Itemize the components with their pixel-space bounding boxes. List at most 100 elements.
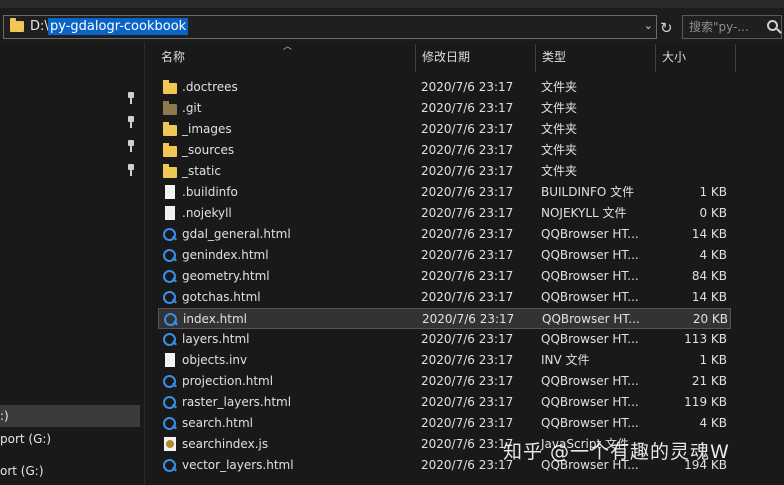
file-row[interactable]: index.html 2020/7/6 23:17 QQBrowser HT... 2… — [158, 308, 731, 329]
file-row[interactable]: search.html 2020/7/6 23:17 QQBrowser HT...… — [158, 413, 731, 434]
pin-icon[interactable] — [126, 116, 136, 128]
file-type: QQBrowser HT... — [541, 269, 639, 283]
script-file-icon — [164, 437, 176, 451]
file-name: _sources — [182, 143, 235, 157]
file-date: 2020/7/6 23:17 — [421, 101, 514, 115]
file-row[interactable]: raster_layers.html 2020/7/6 23:17 QQBrowse… — [158, 392, 731, 413]
browser-file-icon — [163, 417, 176, 430]
search-input[interactable] — [683, 16, 763, 38]
file-row[interactable]: .doctrees 2020/7/6 23:17 文件夹 — [158, 77, 731, 98]
watermark: 知乎 @一个有趣的灵魂W — [503, 441, 730, 463]
file-icon — [165, 206, 175, 220]
file-row[interactable]: gotchas.html 2020/7/6 23:17 QQBrowser HT..… — [158, 287, 731, 308]
file-type: QQBrowser HT... — [541, 395, 639, 409]
file-date: 2020/7/6 23:17 — [421, 437, 514, 451]
file-name: raster_layers.html — [182, 395, 292, 409]
file-row[interactable]: _sources 2020/7/6 23:17 文件夹 — [158, 140, 731, 161]
file-row[interactable]: _images 2020/7/6 23:17 文件夹 — [158, 119, 731, 140]
file-type: QQBrowser HT... — [541, 248, 639, 262]
file-row[interactable]: projection.html 2020/7/6 23:17 QQBrowser H… — [158, 371, 731, 392]
file-size: 84 KB — [691, 269, 727, 283]
chevron-down-icon[interactable]: ⌄ — [644, 19, 653, 32]
file-row[interactable]: gdal_general.html 2020/7/6 23:17 QQBrowser… — [158, 224, 731, 245]
folder-icon — [163, 143, 177, 157]
address-bar[interactable]: D:\ py-gdalogr-cookbook ⌄ — [3, 15, 657, 39]
file-size: 4 KB — [699, 248, 727, 262]
column-divider[interactable] — [655, 44, 656, 72]
search-icon[interactable] — [767, 20, 778, 31]
file-name: gdal_general.html — [182, 227, 291, 241]
browser-file-icon — [163, 459, 176, 472]
browser-file-icon — [164, 313, 177, 326]
column-header-size[interactable]: 大小 — [662, 42, 686, 72]
column-header-name[interactable]: 名称 — [161, 42, 185, 72]
file-row[interactable]: layers.html 2020/7/6 23:17 QQBrowser HT...… — [158, 329, 731, 350]
sort-ascending-icon: ︿ — [283, 42, 293, 52]
file-date: 2020/7/6 23:17 — [421, 374, 514, 388]
file-name: searchindex.js — [182, 437, 269, 451]
column-divider[interactable] — [415, 44, 416, 72]
file-date: 2020/7/6 23:17 — [421, 80, 514, 94]
file-name: index.html — [183, 312, 247, 326]
browser-file-icon — [163, 333, 176, 346]
file-row[interactable]: .git 2020/7/6 23:17 文件夹 — [158, 98, 731, 119]
file-type: QQBrowser HT... — [541, 290, 639, 304]
pin-icon[interactable] — [126, 92, 136, 104]
browser-file-icon — [163, 375, 176, 388]
column-divider[interactable] — [535, 44, 536, 72]
refresh-icon[interactable]: ↻ — [660, 19, 673, 37]
file-name: geometry.html — [182, 269, 270, 283]
file-name: layers.html — [182, 332, 250, 346]
file-row[interactable]: .nojekyll 2020/7/6 23:17 NOJEKYLL 文件 0 KB — [158, 203, 731, 224]
file-name: vector_layers.html — [182, 458, 294, 472]
file-row[interactable]: _static 2020/7/6 23:17 文件夹 — [158, 161, 731, 182]
file-date: 2020/7/6 23:17 — [421, 227, 514, 241]
file-date: 2020/7/6 23:17 — [421, 248, 514, 262]
pin-icon[interactable] — [126, 164, 136, 176]
file-row[interactable]: genindex.html 2020/7/6 23:17 QQBrowser HT.… — [158, 245, 731, 266]
file-name: projection.html — [182, 374, 274, 388]
file-date: 2020/7/6 23:17 — [421, 269, 514, 283]
browser-file-icon — [163, 249, 176, 262]
file-name: gotchas.html — [182, 290, 261, 304]
file-type: 文件夹 — [541, 164, 578, 178]
column-divider[interactable] — [735, 44, 736, 72]
address-path-selected[interactable]: py-gdalogr-cookbook — [48, 18, 189, 35]
file-name: .buildinfo — [182, 185, 238, 199]
file-size: 4 KB — [699, 416, 727, 430]
file-size: 1 KB — [699, 185, 727, 199]
file-row[interactable]: geometry.html 2020/7/6 23:17 QQBrowser HT.… — [158, 266, 731, 287]
file-name: objects.inv — [182, 353, 248, 367]
file-size: 14 KB — [691, 227, 727, 241]
navigation-pane[interactable]: :) port (G:) ort (G:) — [0, 42, 145, 485]
file-date: 2020/7/6 23:17 — [421, 206, 514, 220]
file-size: 14 KB — [691, 290, 727, 304]
nav-item-drive[interactable]: ort (G:) — [0, 460, 140, 482]
file-row[interactable]: .buildinfo 2020/7/6 23:17 BUILDINFO 文件 1 KB — [158, 182, 731, 203]
file-date: 2020/7/6 23:17 — [421, 395, 514, 409]
search-box[interactable] — [682, 15, 782, 39]
file-size: 20 KB — [692, 312, 728, 326]
file-row[interactable]: objects.inv 2020/7/6 23:17 INV 文件 1 KB — [158, 350, 731, 371]
file-type: QQBrowser HT... — [541, 227, 639, 241]
folder-icon — [163, 101, 177, 115]
browser-file-icon — [163, 270, 176, 283]
pin-icon[interactable] — [126, 140, 136, 152]
file-name: .doctrees — [182, 80, 238, 94]
file-size: 0 KB — [699, 206, 727, 220]
file-name: .git — [182, 101, 202, 115]
column-header-type[interactable]: 类型 — [542, 42, 566, 72]
browser-file-icon — [163, 396, 176, 409]
file-date: 2020/7/6 23:17 — [422, 312, 515, 326]
nav-item-drive[interactable]: port (G:) — [0, 428, 140, 450]
address-drive: D:\ — [30, 19, 49, 34]
file-size: 119 KB — [684, 395, 727, 409]
file-name: _static — [182, 164, 221, 178]
column-header-date[interactable]: 修改日期 — [422, 42, 470, 72]
top-menu-strip — [0, 0, 784, 8]
file-icon — [165, 353, 175, 367]
file-date: 2020/7/6 23:17 — [421, 332, 514, 346]
file-date: 2020/7/6 23:17 — [421, 458, 514, 472]
address-bar-row: D:\ py-gdalogr-cookbook ⌄ ↻ — [0, 8, 784, 42]
nav-item-drive[interactable]: :) — [0, 405, 140, 427]
